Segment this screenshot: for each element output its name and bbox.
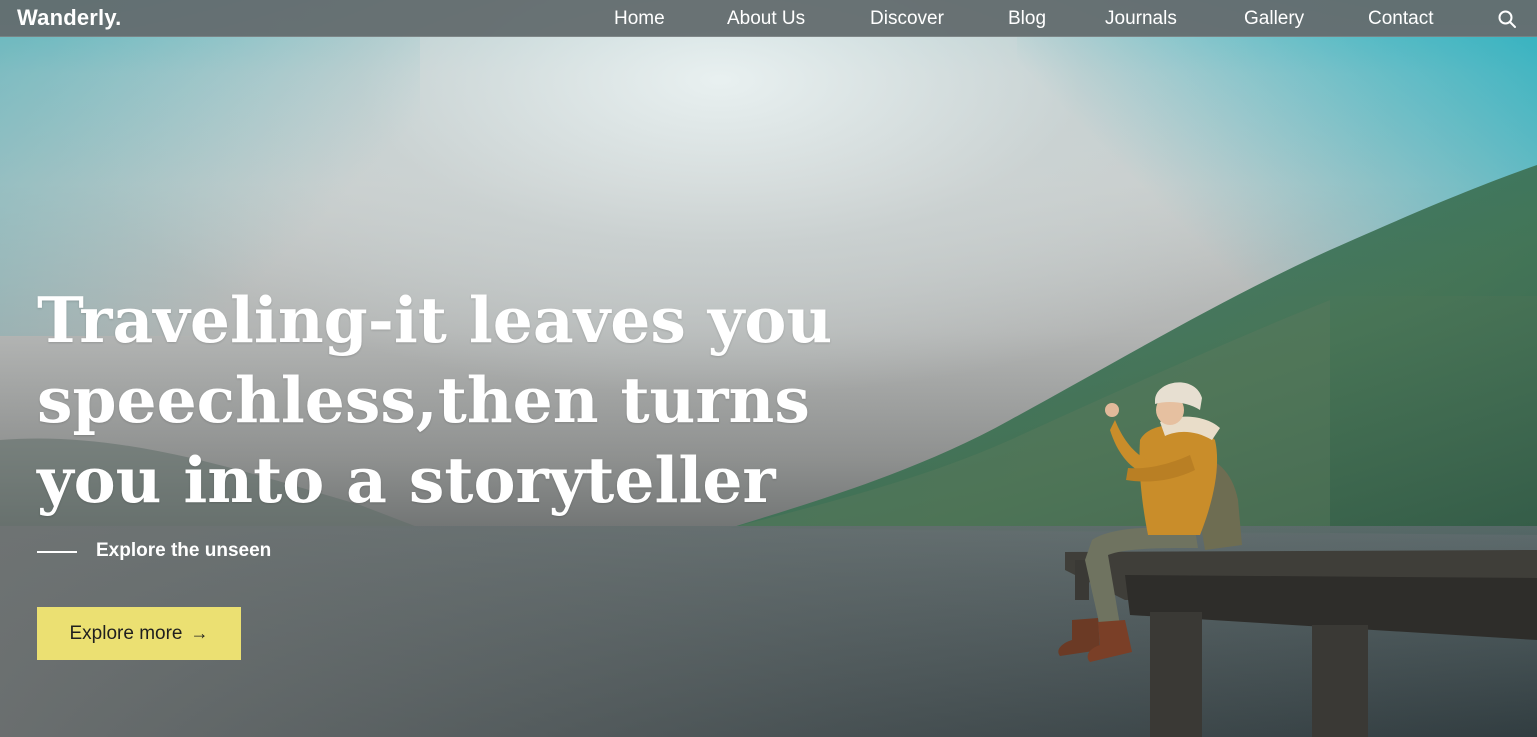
tagline-divider xyxy=(37,551,77,553)
main-nav: Home About Us Discover Blog Journals Gal… xyxy=(0,0,1537,36)
nav-discover[interactable]: Discover xyxy=(870,8,944,30)
nav-blog[interactable]: Blog xyxy=(1008,8,1046,30)
nav-home[interactable]: Home xyxy=(614,8,665,30)
nav-gallery[interactable]: Gallery xyxy=(1244,8,1304,30)
headline-line-2: speechless,then turns xyxy=(37,363,810,437)
nav-about-us[interactable]: About Us xyxy=(727,8,805,30)
nav-contact[interactable]: Contact xyxy=(1368,8,1433,30)
explore-more-button[interactable]: Explore more → xyxy=(37,607,241,660)
headline-line-3: you into a storyteller xyxy=(37,443,776,517)
hero-headline: Traveling-it leaves you speechless,then … xyxy=(37,280,857,520)
arrow-right-icon: → xyxy=(190,623,209,643)
hero-section: Wanderly. Home About Us Discover Blog Jo… xyxy=(0,0,1537,737)
hero-tagline: Explore the unseen xyxy=(96,540,272,561)
headline-line-1: Traveling-it leaves you xyxy=(37,283,833,357)
search-icon[interactable] xyxy=(1497,9,1517,29)
nav-journals[interactable]: Journals xyxy=(1105,8,1177,30)
top-navigation-bar: Wanderly. Home About Us Discover Blog Jo… xyxy=(0,0,1537,37)
explore-more-label: Explore more xyxy=(69,622,183,644)
